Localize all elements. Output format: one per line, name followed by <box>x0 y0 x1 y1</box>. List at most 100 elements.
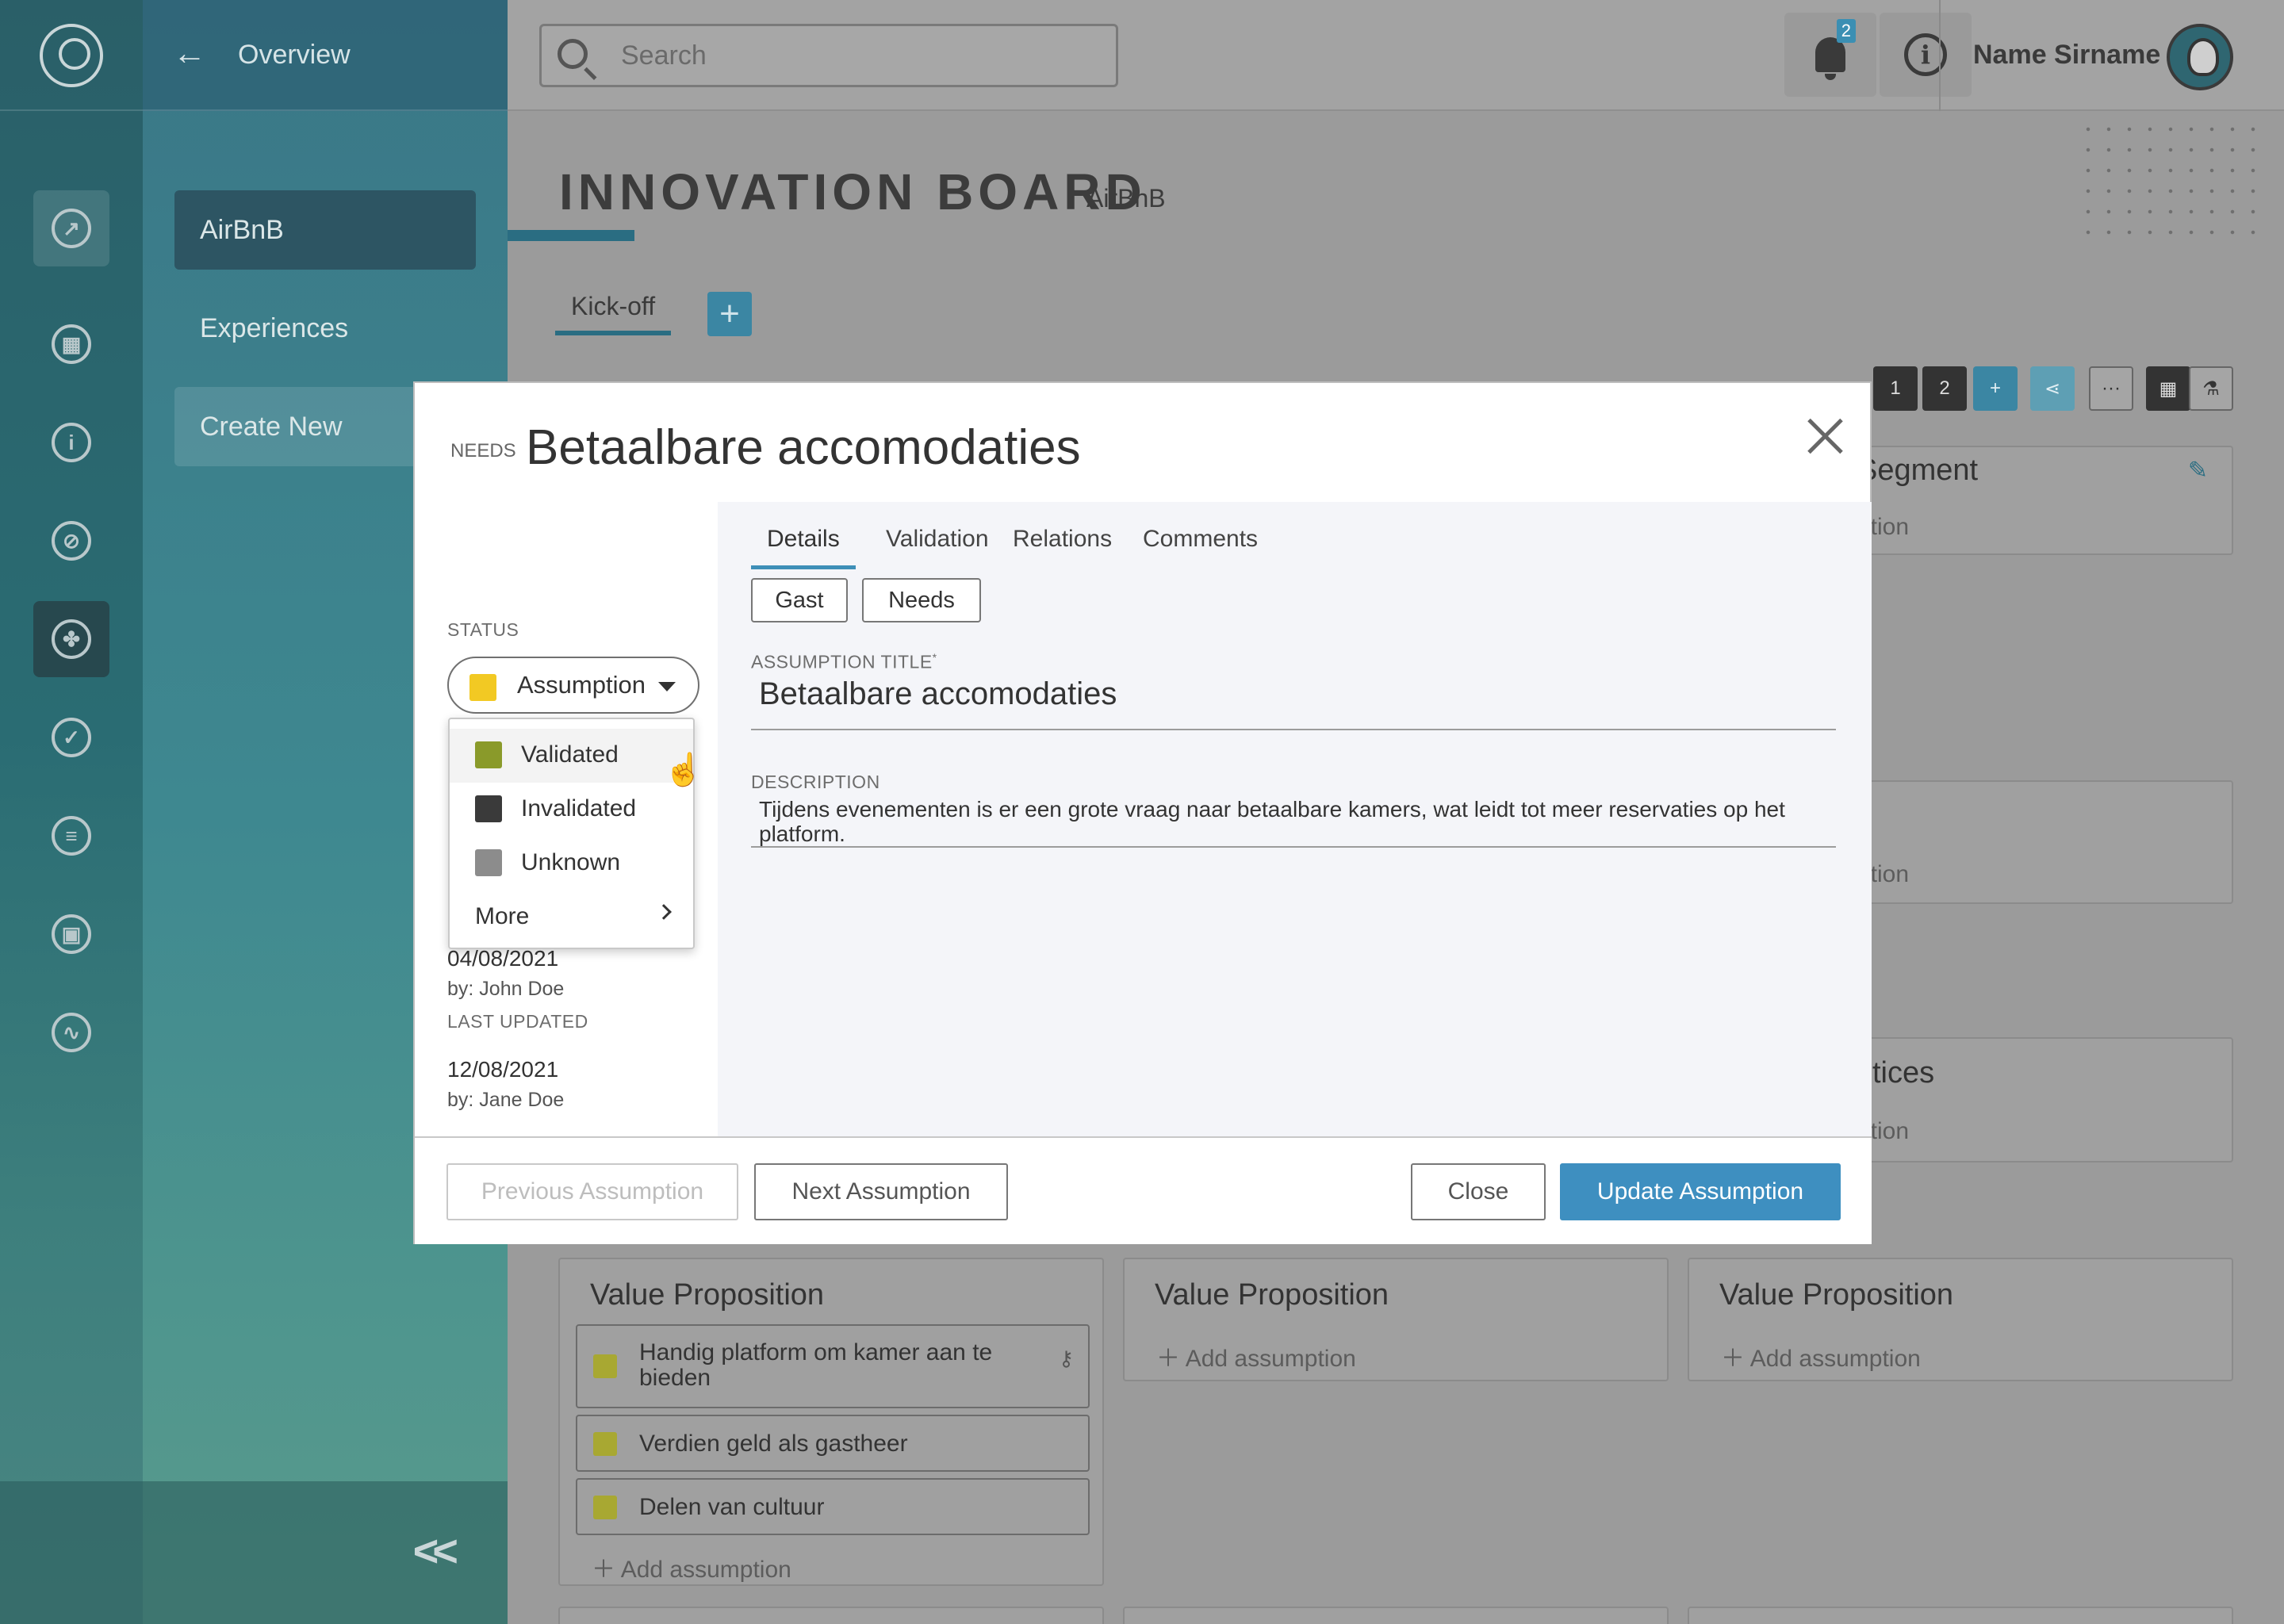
avatar[interactable] <box>2167 24 2233 90</box>
status-value: Assumption <box>517 671 646 699</box>
check-icon[interactable]: ✓ <box>33 699 109 776</box>
tab-details[interactable]: Details <box>751 526 856 569</box>
created-date: 04/08/2021 <box>447 946 559 971</box>
status-swatch <box>593 1496 617 1519</box>
add-assumption-label: Add assumption <box>1749 1346 1921 1372</box>
assumption-item[interactable]: Verdien geld als gastheer <box>576 1415 1090 1472</box>
share-icon[interactable]: ⋖ <box>2030 366 2075 411</box>
collapse-sidebar-icon[interactable]: << <box>413 1525 458 1576</box>
status-swatch <box>593 1354 617 1378</box>
notification-badge: 2 <box>1836 19 1856 43</box>
card-title: Value Proposition <box>1719 1278 1954 1312</box>
calendar-icon[interactable]: ▣ <box>33 896 109 972</box>
sidebar-item-airbnb[interactable]: AirBnB <box>174 190 476 270</box>
logo-icon[interactable] <box>40 24 103 87</box>
chevron-right-icon <box>656 904 672 920</box>
description-textarea[interactable]: Tijdens evenementen is er een grote vraa… <box>759 797 1830 846</box>
add-assumption-label: Add assumption <box>620 1557 791 1583</box>
description-label: DESCRIPTION <box>751 772 880 792</box>
assumption-title-label-text: ASSUMPTION TITLE <box>751 651 933 672</box>
tab-comments[interactable]: Comments <box>1127 526 1274 565</box>
add-tab-button[interactable]: + <box>707 292 752 336</box>
tab-validation[interactable]: Validation <box>870 526 1005 565</box>
modal-title: Betaalbare accomodaties <box>526 420 1081 475</box>
status-label: STATUS <box>447 619 519 640</box>
header-divider <box>1939 0 1941 111</box>
page-2-button[interactable]: 2 <box>1922 366 1967 411</box>
status-swatch <box>475 741 502 768</box>
option-label: More <box>475 903 530 929</box>
sidebar-header: ← Overview <box>143 0 508 111</box>
rocket-icon[interactable]: ↗ <box>33 190 109 266</box>
more-icon[interactable]: ··· <box>2089 366 2133 411</box>
status-option-unknown[interactable]: Unknown <box>450 837 693 891</box>
card-row-bottom <box>1688 1607 2233 1624</box>
status-swatch <box>475 795 502 822</box>
rail-header <box>0 0 143 111</box>
option-label: Invalidated <box>521 795 637 822</box>
practices-card: ctices ption <box>1824 1037 2233 1162</box>
created-by: by: John Doe <box>447 978 565 1000</box>
page-1-button[interactable]: 1 <box>1873 366 1918 411</box>
search-input[interactable] <box>621 37 1097 74</box>
close-icon[interactable] <box>1801 412 1849 459</box>
sidebar-item-experiences[interactable]: Experiences <box>174 289 476 368</box>
board-icon[interactable]: ✤ <box>33 601 109 677</box>
search-icon <box>558 39 588 69</box>
previous-assumption-button[interactable]: Previous Assumption <box>446 1163 738 1220</box>
back-arrow-icon[interactable]: ← <box>173 36 206 70</box>
info-button[interactable]: i <box>1880 13 1972 97</box>
status-swatch <box>469 674 496 701</box>
chart-icon[interactable]: ∿ <box>33 994 109 1071</box>
update-assumption-button[interactable]: Update Assumption <box>1560 1163 1841 1220</box>
assumption-label: Handig platform om kamer aan te bieden <box>639 1339 993 1391</box>
tab-kick-off[interactable]: Kick-off <box>555 292 672 335</box>
value-proposition-card-3: Value Proposition ＋ Add assumption <box>1688 1258 2233 1381</box>
updated-date: 12/08/2021 <box>447 1057 559 1082</box>
edit-icon[interactable]: ✎ <box>2188 457 2208 485</box>
card-row-bottom <box>558 1607 1104 1624</box>
status-option-more[interactable]: More <box>450 891 693 944</box>
assumption-item[interactable]: Delen van cultuur <box>576 1478 1090 1535</box>
attachment-icon[interactable]: ⊘ <box>33 503 109 579</box>
card-2: ption <box>1824 780 2233 904</box>
close-button[interactable]: Close <box>1411 1163 1546 1220</box>
add-assumption-link[interactable]: ＋ Add assumption <box>1156 1339 1356 1373</box>
status-option-validated[interactable]: Validated ☝ <box>450 729 703 787</box>
list-icon[interactable]: ≡ <box>33 798 109 874</box>
add-assumption-link[interactable]: ＋ Add assumption <box>1721 1339 1921 1373</box>
grid-icon[interactable]: ▦ <box>33 306 109 382</box>
add-icon[interactable]: + <box>1973 366 2018 411</box>
tag-needs[interactable]: Needs <box>862 578 981 622</box>
card-title: Value Proposition <box>1155 1278 1389 1312</box>
status-select[interactable]: Assumption <box>447 657 699 714</box>
segment-card: Segment ✎ ption <box>1824 446 2233 555</box>
tag-gast[interactable]: Gast <box>751 578 848 622</box>
modal-footer: Previous Assumption Next Assumption Clos… <box>415 1136 1872 1244</box>
assumption-item[interactable]: Handig platform om kamer aan te bieden ⚷ <box>576 1324 1090 1408</box>
user-name[interactable]: Name Sirname <box>1973 40 2160 71</box>
next-assumption-button[interactable]: Next Assumption <box>754 1163 1008 1220</box>
tab-relations[interactable]: Relations <box>997 526 1128 565</box>
status-option-invalidated[interactable]: Invalidated <box>450 783 693 837</box>
value-proposition-card-1: Value Proposition Handig platform om kam… <box>558 1258 1104 1586</box>
add-assumption-link[interactable]: ＋ Add assumption <box>592 1549 791 1584</box>
last-updated-label: LAST UPDATED <box>447 1011 588 1032</box>
info-icon[interactable]: i <box>33 404 109 481</box>
assumption-title-input[interactable]: Betaalbare accomodaties <box>759 676 1117 712</box>
card-row-bottom <box>1123 1607 1669 1624</box>
top-header: 2 i Name Sirname <box>508 0 2284 111</box>
sidebar-footer: << <box>0 1481 508 1624</box>
add-assumption-label: Add assumption <box>1185 1346 1356 1372</box>
card-title: Value Proposition <box>590 1278 825 1312</box>
grid-view-icon[interactable]: ▦ <box>2146 366 2190 411</box>
field-underline <box>751 846 1836 848</box>
overview-link[interactable]: Overview <box>238 40 351 71</box>
icon-rail: ↗ ▦ i ⊘ ✤ ✓ ≡ ▣ ∿ <box>0 0 143 1624</box>
option-label: Validated <box>521 741 619 768</box>
flask-icon[interactable]: ⚗ <box>2189 366 2233 411</box>
assumption-modal: NEEDS Betaalbare accomodaties STATUS Ass… <box>413 381 1872 1244</box>
modal-meta-panel: STATUS Assumption 04/08/2021 by: John Do… <box>415 502 718 1136</box>
title-underline <box>508 230 634 241</box>
notifications-button[interactable]: 2 <box>1784 13 1876 97</box>
